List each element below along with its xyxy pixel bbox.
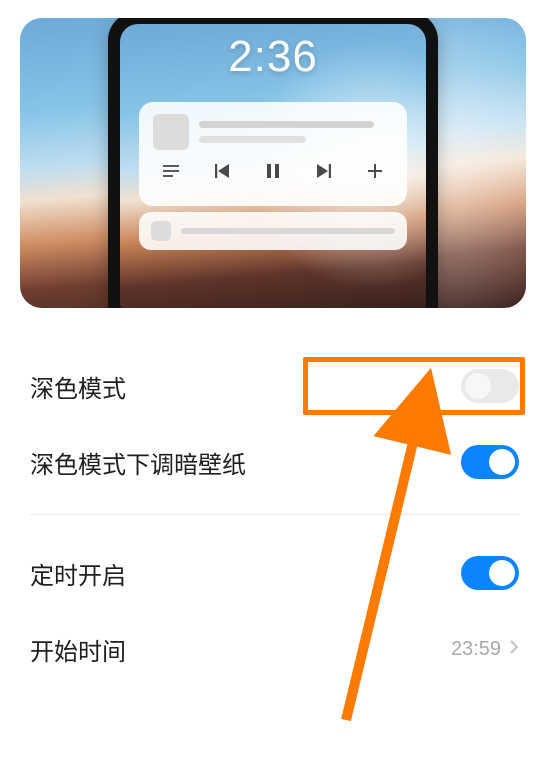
notification-text-line [181,228,395,234]
dim-wallpaper-toggle[interactable] [461,445,519,479]
settings-list: 深色模式 深色模式下调暗壁纸 定时开启 开始时间 23:59 [20,348,529,687]
track-title-line [199,121,374,128]
schedule-toggle[interactable] [461,556,519,590]
phone-frame: 2:36 [108,18,438,308]
schedule-label: 定时开启 [30,556,126,591]
chevron-right-icon [509,639,519,660]
music-track-row [153,114,393,150]
notification-widget [139,212,407,250]
album-art-placeholder [153,114,189,150]
notification-app-icon [151,221,171,241]
previous-track-icon[interactable] [210,164,234,178]
pause-icon[interactable] [261,164,285,178]
plus-icon[interactable] [363,164,387,178]
start-time-label: 开始时间 [30,632,126,667]
row-schedule: 定时开启 [30,535,519,611]
track-artist-line [199,136,306,143]
lockscreen-clock: 2:36 [120,32,426,82]
phone-screen: 2:36 [120,24,426,308]
row-dim-wallpaper: 深色模式下调暗壁纸 [30,424,519,500]
playlist-icon[interactable] [159,165,183,177]
music-widget [139,102,407,206]
dark-mode-label: 深色模式 [30,369,126,404]
row-dark-mode: 深色模式 [30,348,519,424]
section-divider [30,514,519,515]
dark-mode-toggle[interactable] [461,369,519,403]
dim-wallpaper-label: 深色模式下调暗壁纸 [30,445,246,480]
lockscreen-preview: 2:36 [20,18,526,308]
settings-screen: 2:36 [0,0,549,761]
row-start-time[interactable]: 开始时间 23:59 [30,611,519,687]
music-controls [153,164,393,178]
next-track-icon[interactable] [312,164,336,178]
track-text-placeholder [199,121,393,143]
start-time-value: 23:59 [451,638,501,661]
